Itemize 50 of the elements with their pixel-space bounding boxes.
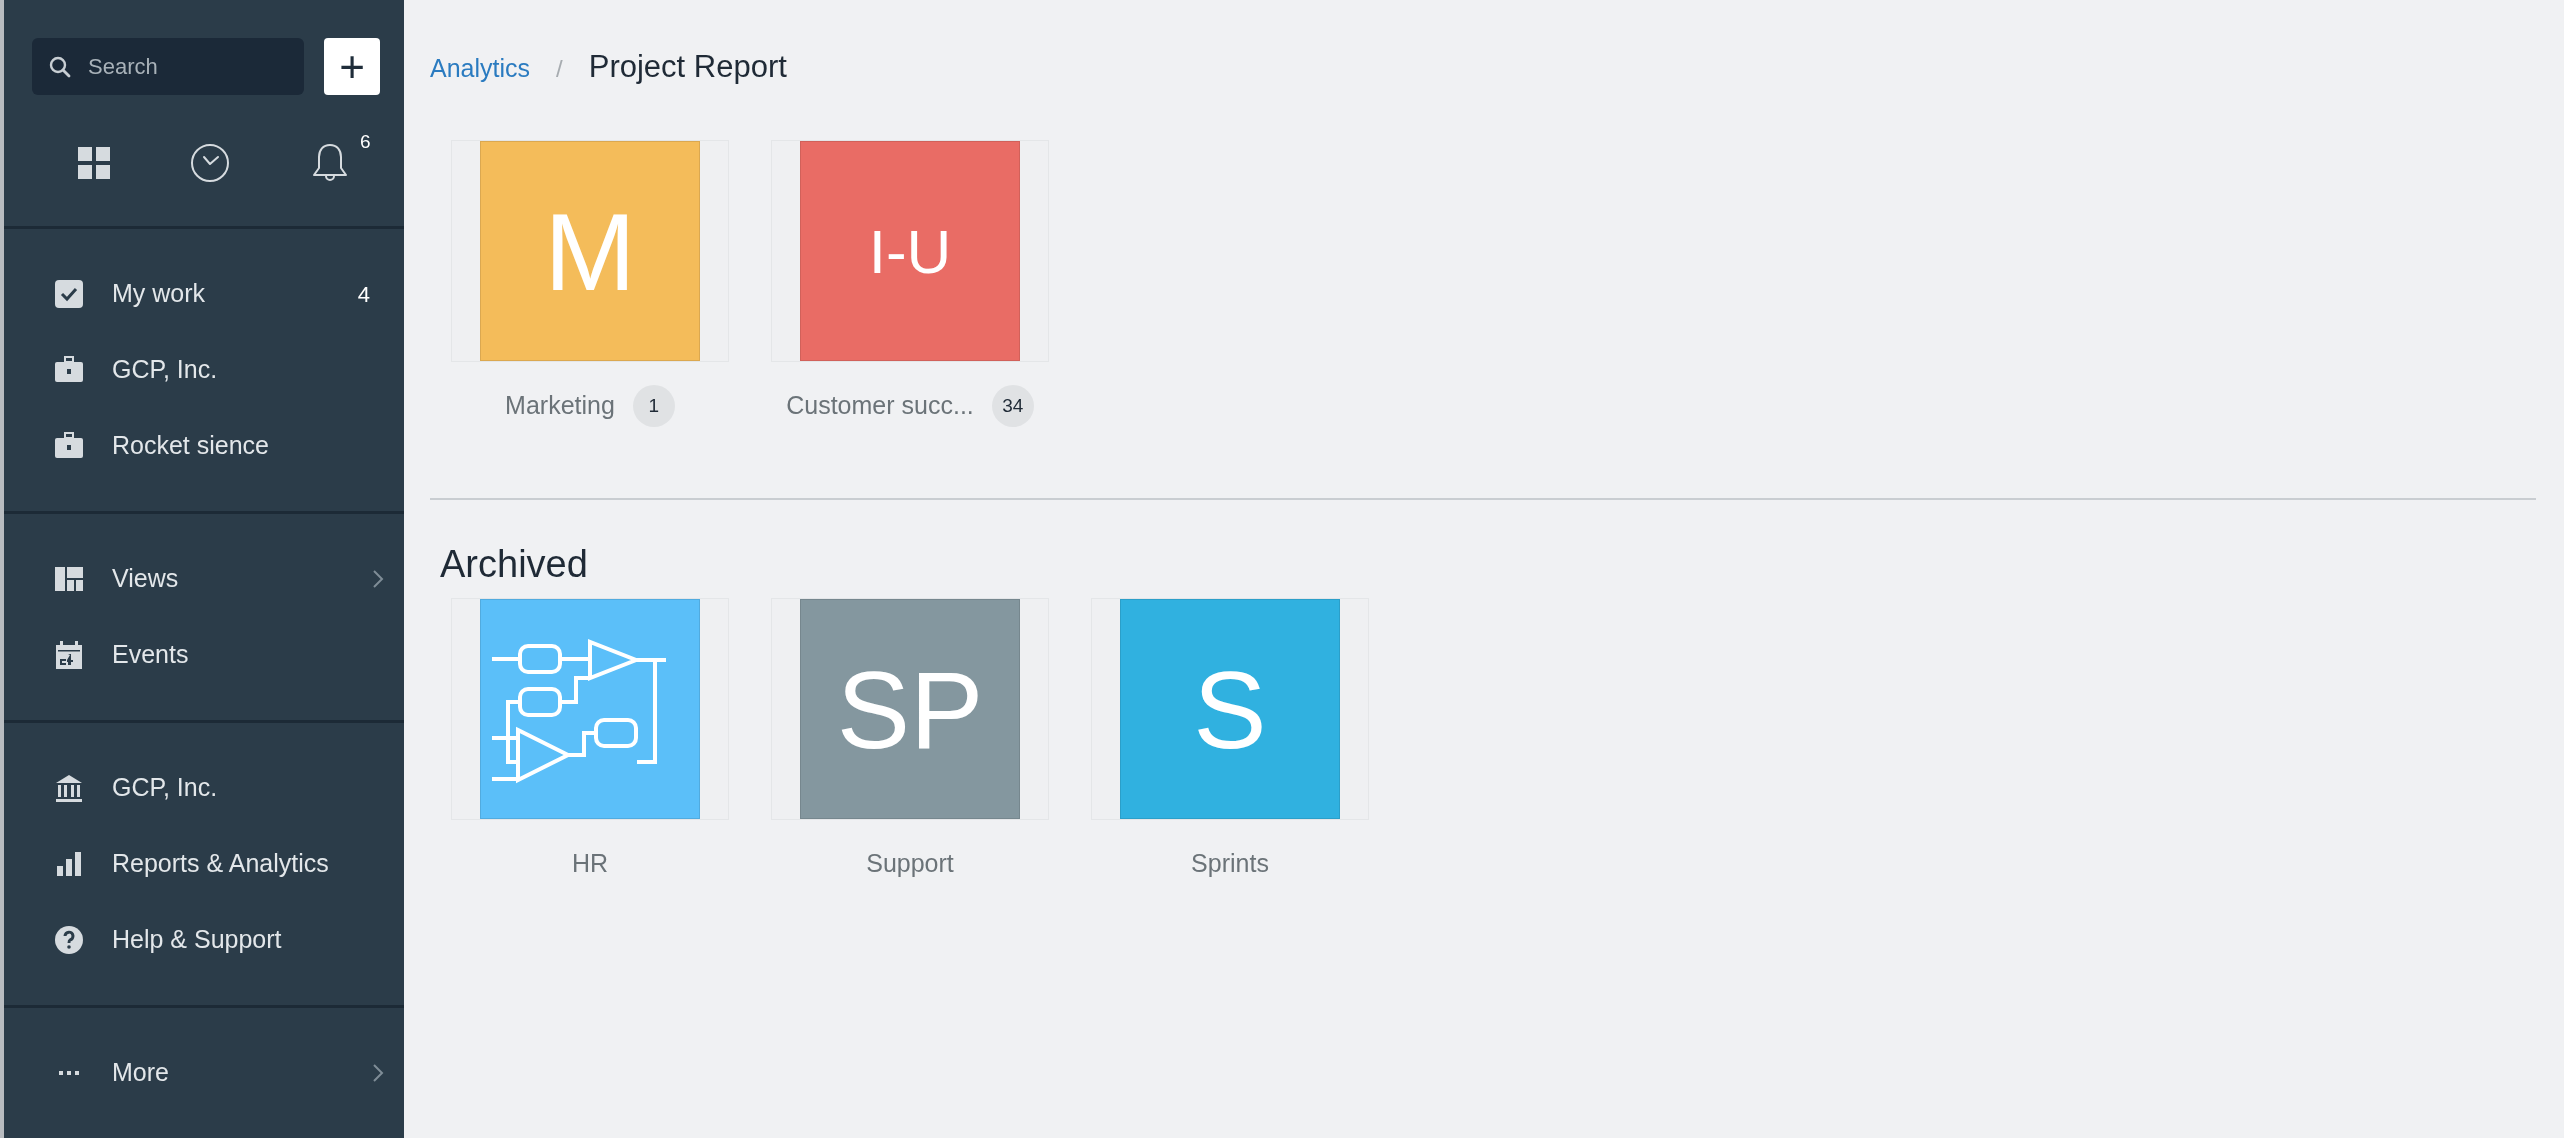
sidebar-item-label: GCP, Inc. [112,354,219,386]
bar-chart-icon [54,849,84,879]
sidebar-item[interactable]: Rocket sience [4,408,404,484]
help-icon [54,925,84,955]
project-name[interactable]: Marketing [505,387,615,425]
layout-icon [54,564,84,594]
task-count-badge: 34 [991,385,1034,427]
project-initials: S [1193,646,1267,773]
project-name[interactable]: HR [571,845,609,883]
dashboard-icon[interactable] [78,146,110,179]
sidebar-item-label: GCP, Inc. [112,772,219,804]
briefcase-icon [54,431,84,461]
sidebar-item-label: Help & Support [112,924,283,956]
page-title: Project Report [588,48,787,86]
sidebar-item-label: Rocket sience [112,430,271,462]
section-heading: Archived [439,542,589,584]
bank-icon [54,773,84,803]
project-initials: I-U [868,215,952,288]
breadcrumb-separator: / [556,54,563,84]
breadcrumb-link[interactable]: Analytics [430,50,531,88]
sidebar-item[interactable]: Reports & Analytics [4,826,404,902]
project-name[interactable]: Customer succ... [786,387,974,425]
add-button[interactable]: + [324,38,380,95]
project-tile[interactable] [451,598,729,820]
more-icon [59,1071,79,1075]
search-field[interactable]: Search [32,38,304,95]
sidebar-item[interactable]: GCP, Inc. [4,332,404,408]
sidebar-item[interactable]: GCP, Inc. [4,750,404,826]
project-initials: SP [836,646,984,773]
sidebar-item-label: Reports & Analytics [112,848,330,880]
notification-count: 6 [360,129,371,154]
briefcase-icon [54,355,84,385]
project-name[interactable]: Sprints [1191,845,1269,883]
project-initials: M [544,188,636,315]
sidebar-item[interactable]: Views [4,541,404,617]
checkbox-icon [54,279,84,309]
item-count: 4 [357,280,370,309]
sidebar-item[interactable]: More [4,1035,404,1111]
sidebar-item[interactable]: My work 4 [4,256,404,332]
sidebar-item-label: My work [112,278,207,310]
sidebar-item-label: Events [112,639,190,671]
project-name[interactable]: Support [866,845,954,883]
sidebar-item[interactable]: Events [4,617,404,693]
calendar-icon [54,640,84,670]
sidebar-item[interactable]: Help & Support [4,902,404,978]
bell-icon[interactable] [310,141,350,184]
sidebar-item-label: More [112,1057,170,1089]
sidebar-item-label: Views [112,563,180,595]
search-icon [48,55,72,79]
task-count-badge: 1 [632,385,675,427]
